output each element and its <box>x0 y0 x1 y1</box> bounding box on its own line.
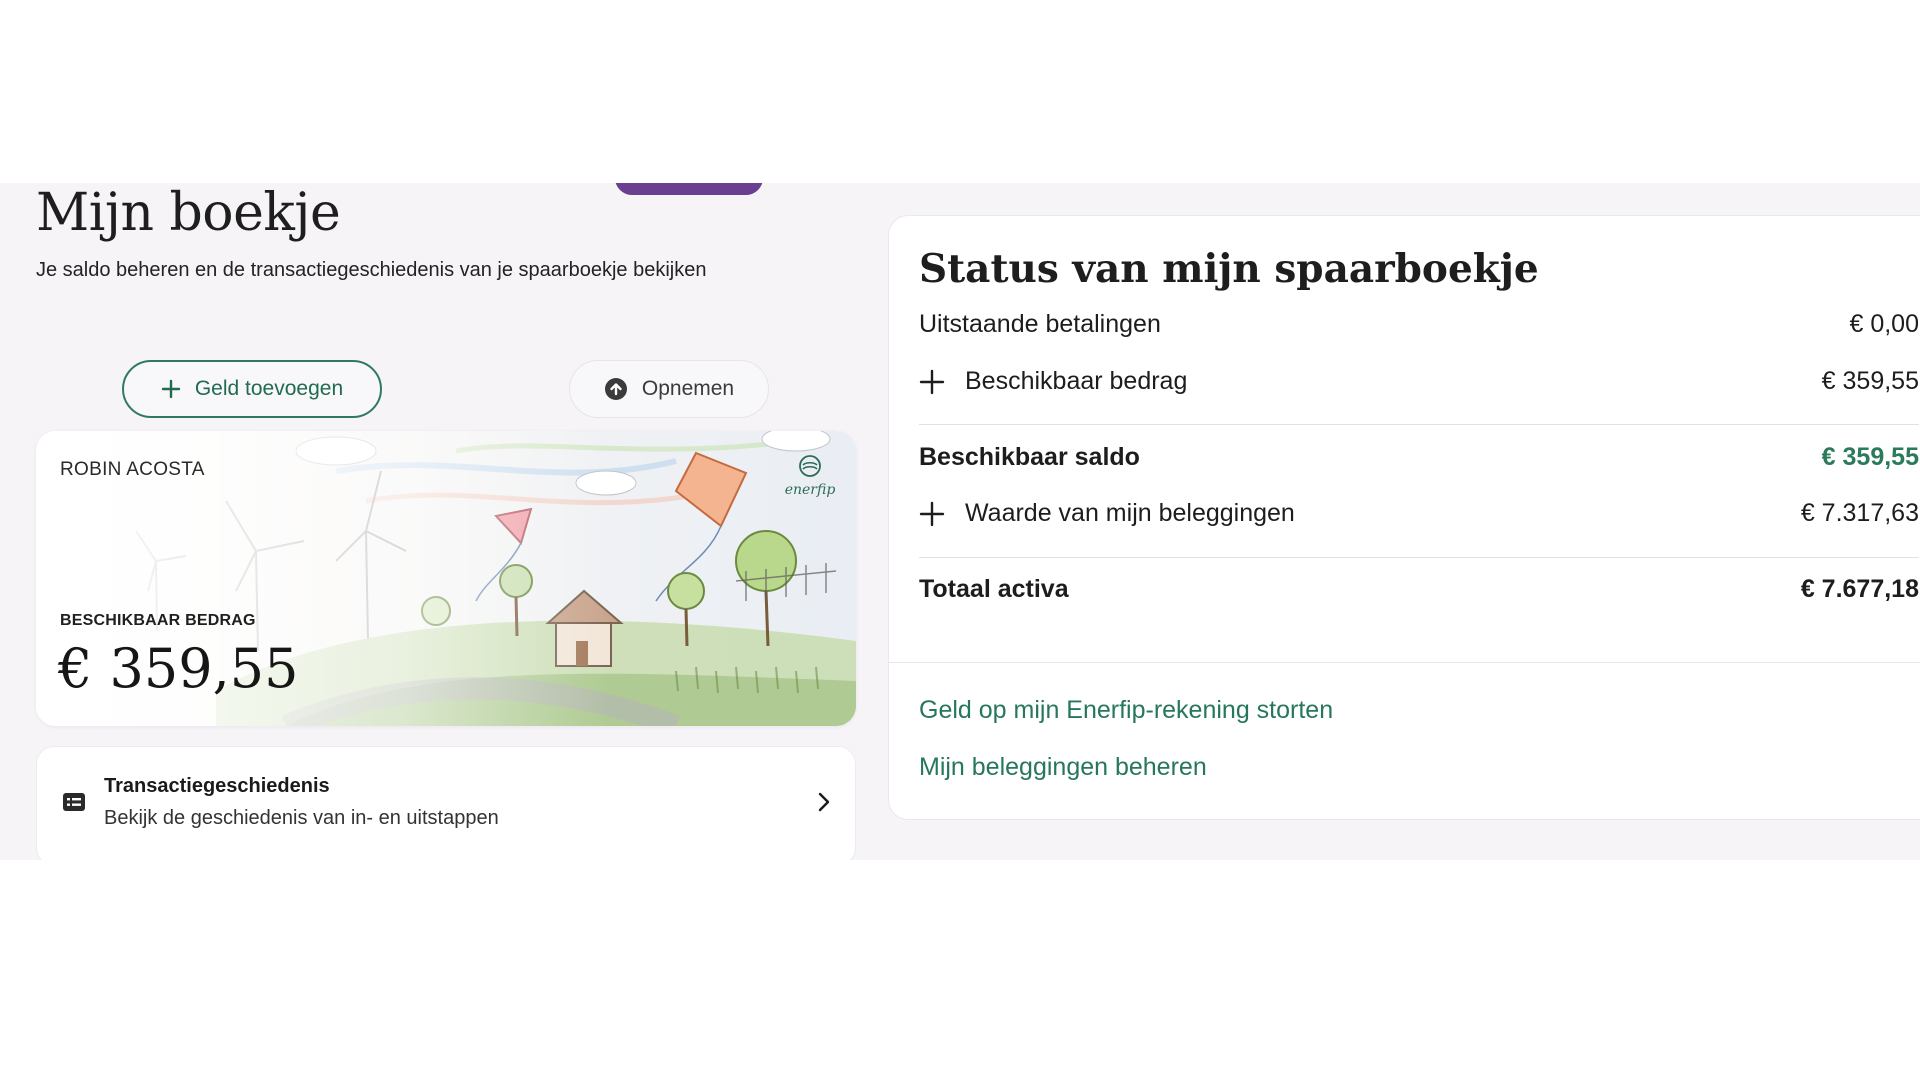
plus-icon <box>919 369 945 394</box>
savings-card: ROBIN ACOSTA BESCHIKBAAR BEDRAG € 359,55… <box>36 431 856 726</box>
upload-circle-icon <box>604 377 628 401</box>
outstanding-payments-label: Uitstaande betalingen <box>919 310 1161 338</box>
enerfip-logo: enerfip <box>780 453 840 499</box>
savings-status-panel: Status van mijn spaarboekje Uitstaande b… <box>888 215 1920 820</box>
available-amount-value: € 359,55 <box>1821 367 1919 395</box>
investments-value-row: Waarde van mijn beleggingen € 7.317,63 <box>919 499 1919 528</box>
transaction-history-link[interactable]: Transactiegeschiedenis Bekijk de geschie… <box>36 746 856 860</box>
plus-icon <box>161 379 181 399</box>
total-assets-label: Totaal activa <box>919 575 1069 603</box>
total-assets-row: Totaal activa € 7.677,18 <box>919 575 1919 604</box>
divider <box>919 557 1919 558</box>
withdraw-button[interactable]: Opnemen <box>569 360 769 418</box>
page-subtitle: Je saldo beheren en de transactiegeschie… <box>36 259 707 281</box>
page-title: Mijn boekje <box>36 183 341 243</box>
available-amount-row: Beschikbaar bedrag € 359,55 <box>919 367 1919 396</box>
header-button-partial[interactable] <box>615 183 763 195</box>
add-money-label: Geld toevoegen <box>194 377 344 400</box>
list-card-icon <box>63 793 85 816</box>
outstanding-payments-value: € 0,00 <box>1849 310 1919 338</box>
deposit-money-link[interactable]: Geld op mijn Enerfip-rekening storten <box>919 696 1333 725</box>
enerfip-logo-icon <box>799 455 821 477</box>
chevron-right-icon <box>817 791 831 818</box>
available-balance-value: € 359,55 <box>1821 443 1919 471</box>
available-balance-row: Beschikbaar saldo € 359,55 <box>919 443 1919 472</box>
withdraw-label: Opnemen <box>641 377 735 400</box>
total-assets-value: € 7.677,18 <box>1800 575 1919 603</box>
card-amount-label: BESCHIKBAAR BEDRAG <box>60 612 256 629</box>
history-description: Bekijk de geschiedenis van in- en uitsta… <box>104 807 499 829</box>
investments-value-amount: € 7.317,63 <box>1800 499 1919 527</box>
status-title: Status van mijn spaarboekje <box>919 246 1539 292</box>
divider <box>889 662 1920 663</box>
card-owner-name: ROBIN ACOSTA <box>60 459 205 480</box>
history-title: Transactiegeschiedenis <box>104 775 330 797</box>
card-amount: € 359,55 <box>58 637 299 700</box>
outstanding-payments-row: Uitstaande betalingen € 0,00 <box>919 310 1919 339</box>
available-amount-label: Beschikbaar bedrag <box>965 367 1188 395</box>
plus-icon <box>919 501 945 526</box>
divider <box>919 424 1919 425</box>
add-money-button[interactable]: Geld toevoegen <box>122 360 382 418</box>
investments-value-label: Waarde van mijn beleggingen <box>965 499 1295 527</box>
enerfip-logo-text: enerfip <box>784 482 836 498</box>
manage-investments-link[interactable]: Mijn beleggingen beheren <box>919 753 1207 782</box>
available-balance-label: Beschikbaar saldo <box>919 443 1140 471</box>
main-content: Mijn boekje Je saldo beheren en de trans… <box>0 183 1920 860</box>
